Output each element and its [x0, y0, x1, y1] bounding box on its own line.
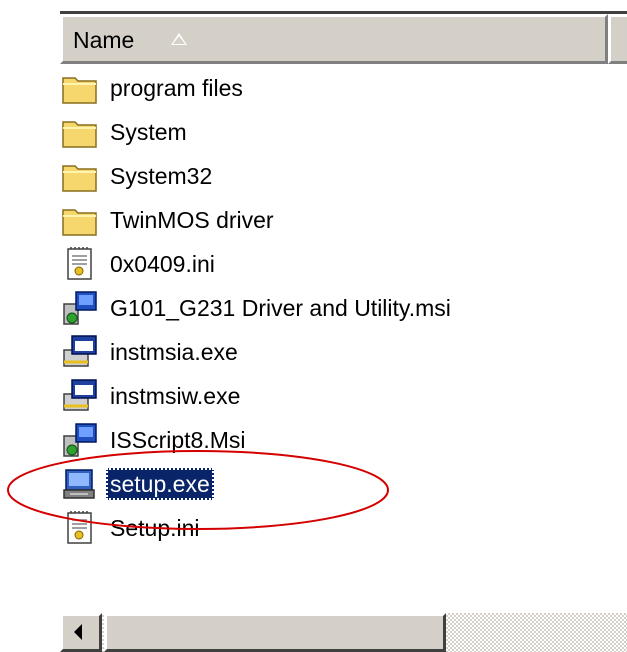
sort-ascending-icon: [171, 33, 187, 45]
folder-icon: [60, 200, 100, 240]
scroll-thumb[interactable]: [104, 613, 446, 652]
file-name: System: [110, 119, 187, 145]
file-name: G101_G231 Driver and Utility.msi: [110, 295, 451, 321]
column-header: Name: [60, 14, 627, 64]
file-name: Setup.ini: [110, 515, 200, 541]
installer-exe-icon: [60, 332, 100, 372]
folder-icon: [60, 112, 100, 152]
folder-icon: [60, 156, 100, 196]
folder-icon: [60, 68, 100, 108]
msi-file-icon: [60, 288, 100, 328]
file-name: 0x0409.ini: [110, 251, 215, 277]
msi-file-icon: [60, 420, 100, 460]
setup-exe-icon: [60, 464, 100, 504]
ini-file-icon: [60, 508, 100, 548]
horizontal-scrollbar[interactable]: [60, 613, 627, 652]
next-column-header[interactable]: [608, 14, 627, 64]
ini-file-icon: [60, 244, 100, 284]
file-name: instmsia.exe: [110, 339, 238, 365]
file-name: TwinMOS driver: [110, 207, 274, 233]
file-name: ISScript8.Msi: [110, 427, 246, 453]
name-column-header[interactable]: Name: [60, 14, 608, 64]
file-name: instmsiw.exe: [110, 383, 241, 409]
scroll-left-button[interactable]: [60, 613, 102, 652]
file-name: System32: [110, 163, 213, 189]
installer-exe-icon: [60, 376, 100, 416]
left-arrow-icon: [74, 624, 82, 640]
file-name: setup.exe: [106, 468, 214, 500]
file-name: program files: [110, 75, 243, 101]
name-column-label: Name: [73, 27, 135, 53]
